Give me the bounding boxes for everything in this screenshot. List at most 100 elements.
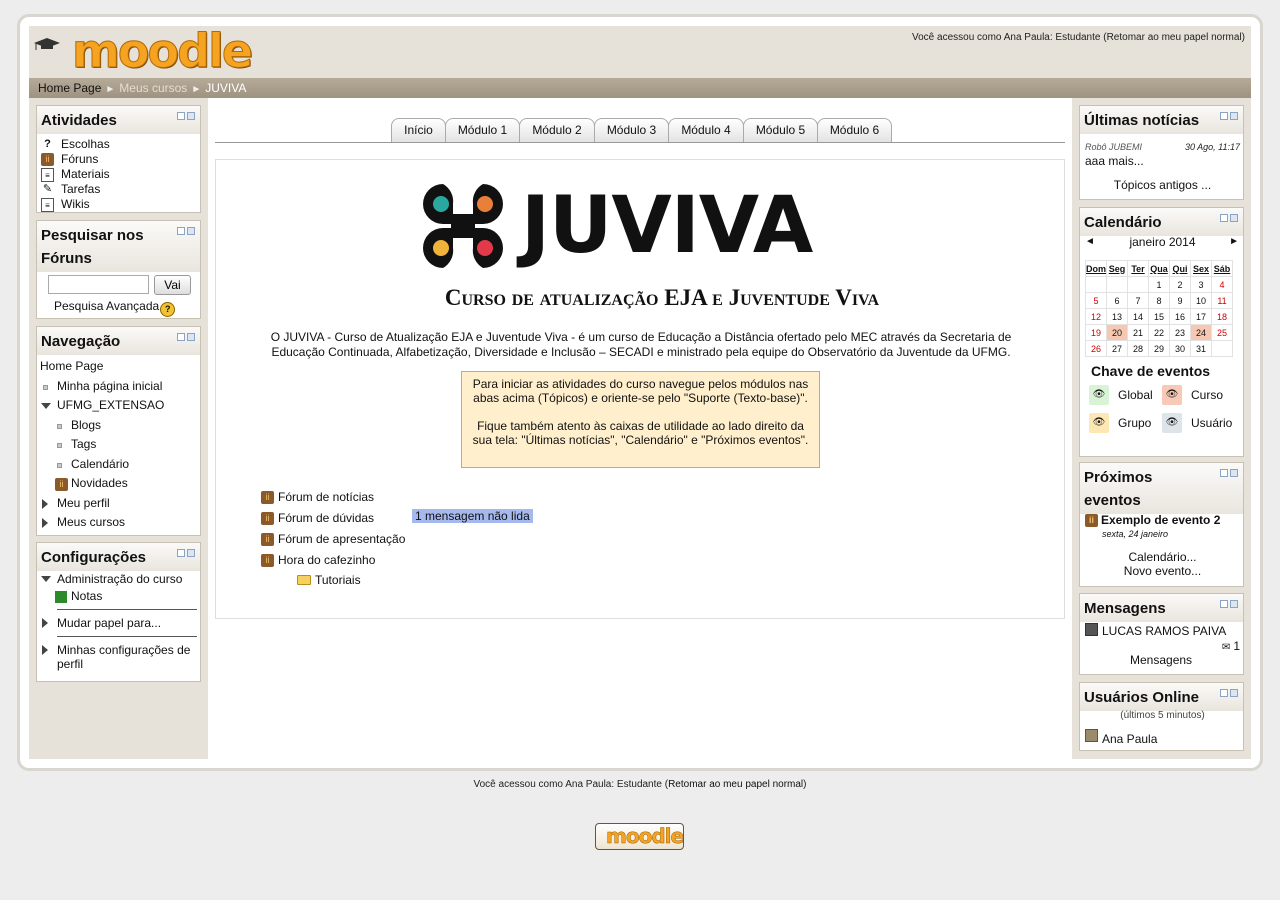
calendar-day[interactable]: 31 [1190, 340, 1212, 357]
block-dock-controls[interactable] [1220, 469, 1238, 478]
calendar-day[interactable]: 20 [1106, 324, 1128, 341]
activity-item-assignments[interactable]: ✎ Tarefas [37, 182, 200, 197]
block-dock-controls[interactable] [177, 549, 195, 558]
calendar-day[interactable]: 7 [1127, 292, 1149, 309]
calendar-day[interactable]: 24 [1190, 324, 1212, 341]
eye-icon[interactable]: 👁 [1162, 413, 1182, 433]
nav-home-page[interactable]: Home Page [37, 357, 200, 377]
block-dock-controls[interactable] [1220, 112, 1238, 121]
calendar-day[interactable]: 19 [1085, 324, 1107, 341]
forum-icon: ii [261, 512, 274, 525]
tab-modulo-2[interactable]: Módulo 2 [519, 118, 595, 142]
calendar-day[interactable]: 1 [1148, 276, 1170, 293]
calendar-day[interactable]: 18 [1211, 308, 1233, 325]
nav-course-admin[interactable]: Administração do curso [37, 571, 202, 588]
calendar-day[interactable]: 3 [1190, 276, 1212, 293]
return-role-link[interactable]: Retomar ao meu papel normal [1107, 32, 1242, 43]
calendar-day[interactable]: 28 [1127, 340, 1149, 357]
calendar-link[interactable]: Calendário... [1080, 550, 1245, 564]
new-event-link[interactable]: Novo evento... [1080, 564, 1245, 578]
tab-modulo-5[interactable]: Módulo 5 [743, 118, 818, 142]
calendar-day[interactable]: 8 [1148, 292, 1170, 309]
tab-inicio[interactable]: Início [391, 118, 446, 142]
calendar-day[interactable]: 23 [1169, 324, 1191, 341]
messages-link[interactable]: Mensagens [1130, 653, 1192, 667]
help-icon[interactable]: ? [160, 302, 176, 317]
eye-icon[interactable]: 👁 [1162, 385, 1182, 405]
search-input[interactable] [48, 275, 149, 294]
search-go-button[interactable]: Vai [154, 275, 191, 295]
calendar-day[interactable]: 4 [1211, 276, 1233, 293]
calendar-day[interactable]: 9 [1169, 292, 1191, 309]
eye-icon[interactable]: 👁 [1089, 385, 1109, 405]
calendar-day[interactable]: 22 [1148, 324, 1170, 341]
nav-ufmg-extensao[interactable]: UFMG_EXTENSAO [37, 396, 200, 416]
activity-item-wikis[interactable]: ≡ Wikis [37, 197, 200, 212]
footer-return-role-link[interactable]: Retomar ao meu papel normal [668, 779, 803, 790]
calendar-day[interactable]: 5 [1085, 292, 1107, 309]
eye-icon[interactable]: 👁 [1089, 413, 1109, 433]
calendar-day[interactable]: 16 [1169, 308, 1191, 325]
advanced-search-link[interactable]: Pesquisa Avançada? [54, 299, 176, 317]
nav-news[interactable]: ii Novidades [37, 474, 200, 494]
block-dock-controls[interactable] [177, 112, 195, 121]
calendar-day[interactable]: 10 [1190, 292, 1212, 309]
unread-messages-link[interactable]: 1 mensagem não lida [412, 509, 533, 523]
nav-calendar[interactable]: Calendário [37, 455, 200, 475]
forum-questions-link[interactable]: ii Fórum de dúvidas [261, 508, 405, 529]
calendar-day[interactable]: 12 [1085, 308, 1107, 325]
nav-my-home[interactable]: Minha página inicial [37, 377, 200, 397]
online-user[interactable]: Ana Paula [1102, 732, 1157, 746]
nav-blogs[interactable]: Blogs [37, 416, 200, 436]
juviva-logo-icon [422, 184, 504, 268]
tab-modulo-6[interactable]: Módulo 6 [817, 118, 892, 142]
news-item-link[interactable]: aaa mais... [1085, 154, 1144, 168]
nav-my-profile[interactable]: Meu perfil [37, 494, 200, 514]
block-dock-controls[interactable] [177, 333, 195, 342]
tutorials-folder-link[interactable]: Tutoriais [297, 572, 361, 588]
footer-moodle-logo[interactable]: moodle [595, 823, 684, 850]
nav-switch-role[interactable]: Mudar papel para... [37, 615, 202, 632]
calendar-day[interactable]: 26 [1085, 340, 1107, 357]
next-month-icon[interactable]: ► [1229, 236, 1239, 247]
block-dock-controls[interactable] [177, 227, 195, 236]
calendar-day[interactable]: 29 [1148, 340, 1170, 357]
calendar-day[interactable]: 6 [1106, 292, 1128, 309]
activity-item-materials[interactable]: ≡ Materiais [37, 167, 200, 182]
collapsed-arrow-icon [42, 518, 48, 528]
calendar-day[interactable]: 27 [1106, 340, 1128, 357]
nav-profile-settings[interactable]: Minhas configurações de perfil [37, 643, 202, 671]
forum-coffee-link[interactable]: ii Hora do cafezinho [261, 550, 405, 571]
activity-item-choices[interactable]: ? Escolhas [37, 137, 200, 152]
breadcrumb-home[interactable]: Home Page [38, 81, 101, 95]
news-author: Robô JUBEMI [1085, 142, 1143, 152]
block-dock-controls[interactable] [1220, 214, 1238, 223]
calendar-day[interactable]: 17 [1190, 308, 1212, 325]
calendar-day[interactable]: 30 [1169, 340, 1191, 357]
breadcrumb-my-courses[interactable]: Meus cursos [119, 81, 187, 95]
tab-modulo-3[interactable]: Módulo 3 [594, 118, 669, 142]
calendar-day[interactable]: 21 [1127, 324, 1149, 341]
forum-news-link[interactable]: ii Fórum de notícias [261, 487, 405, 508]
calendar-day[interactable]: 13 [1106, 308, 1128, 325]
message-sender[interactable]: LUCAS RAMOS PAIVA [1102, 624, 1226, 638]
calendar-day[interactable]: 11 [1211, 292, 1233, 309]
divider [57, 636, 197, 637]
tab-modulo-1[interactable]: Módulo 1 [445, 118, 520, 142]
calendar-day[interactable]: 15 [1148, 308, 1170, 325]
tab-modulo-4[interactable]: Módulo 4 [668, 118, 744, 142]
calendar-day[interactable]: 2 [1169, 276, 1191, 293]
nav-grades[interactable]: Notas [37, 588, 202, 605]
calendar-day[interactable]: 25 [1211, 324, 1233, 341]
nav-tags[interactable]: Tags [37, 435, 200, 455]
block-dock-controls[interactable] [1220, 600, 1238, 609]
calendar-day[interactable]: 14 [1127, 308, 1149, 325]
message-count[interactable]: ✉ 1 [1222, 639, 1240, 653]
footer-login-info: Você acessou como Ana Paula: Estudante (… [473, 779, 807, 790]
forum-introductions-link[interactable]: ii Fórum de apresentação [261, 529, 405, 550]
event-link[interactable]: ii Exemplo de evento 2 [1085, 513, 1220, 527]
activity-item-forums[interactable]: ii Fóruns [37, 152, 200, 167]
block-dock-controls[interactable] [1220, 689, 1238, 698]
nav-my-courses[interactable]: Meus cursos [37, 513, 200, 533]
older-topics-link[interactable]: Tópicos antigos ... [1080, 178, 1245, 192]
